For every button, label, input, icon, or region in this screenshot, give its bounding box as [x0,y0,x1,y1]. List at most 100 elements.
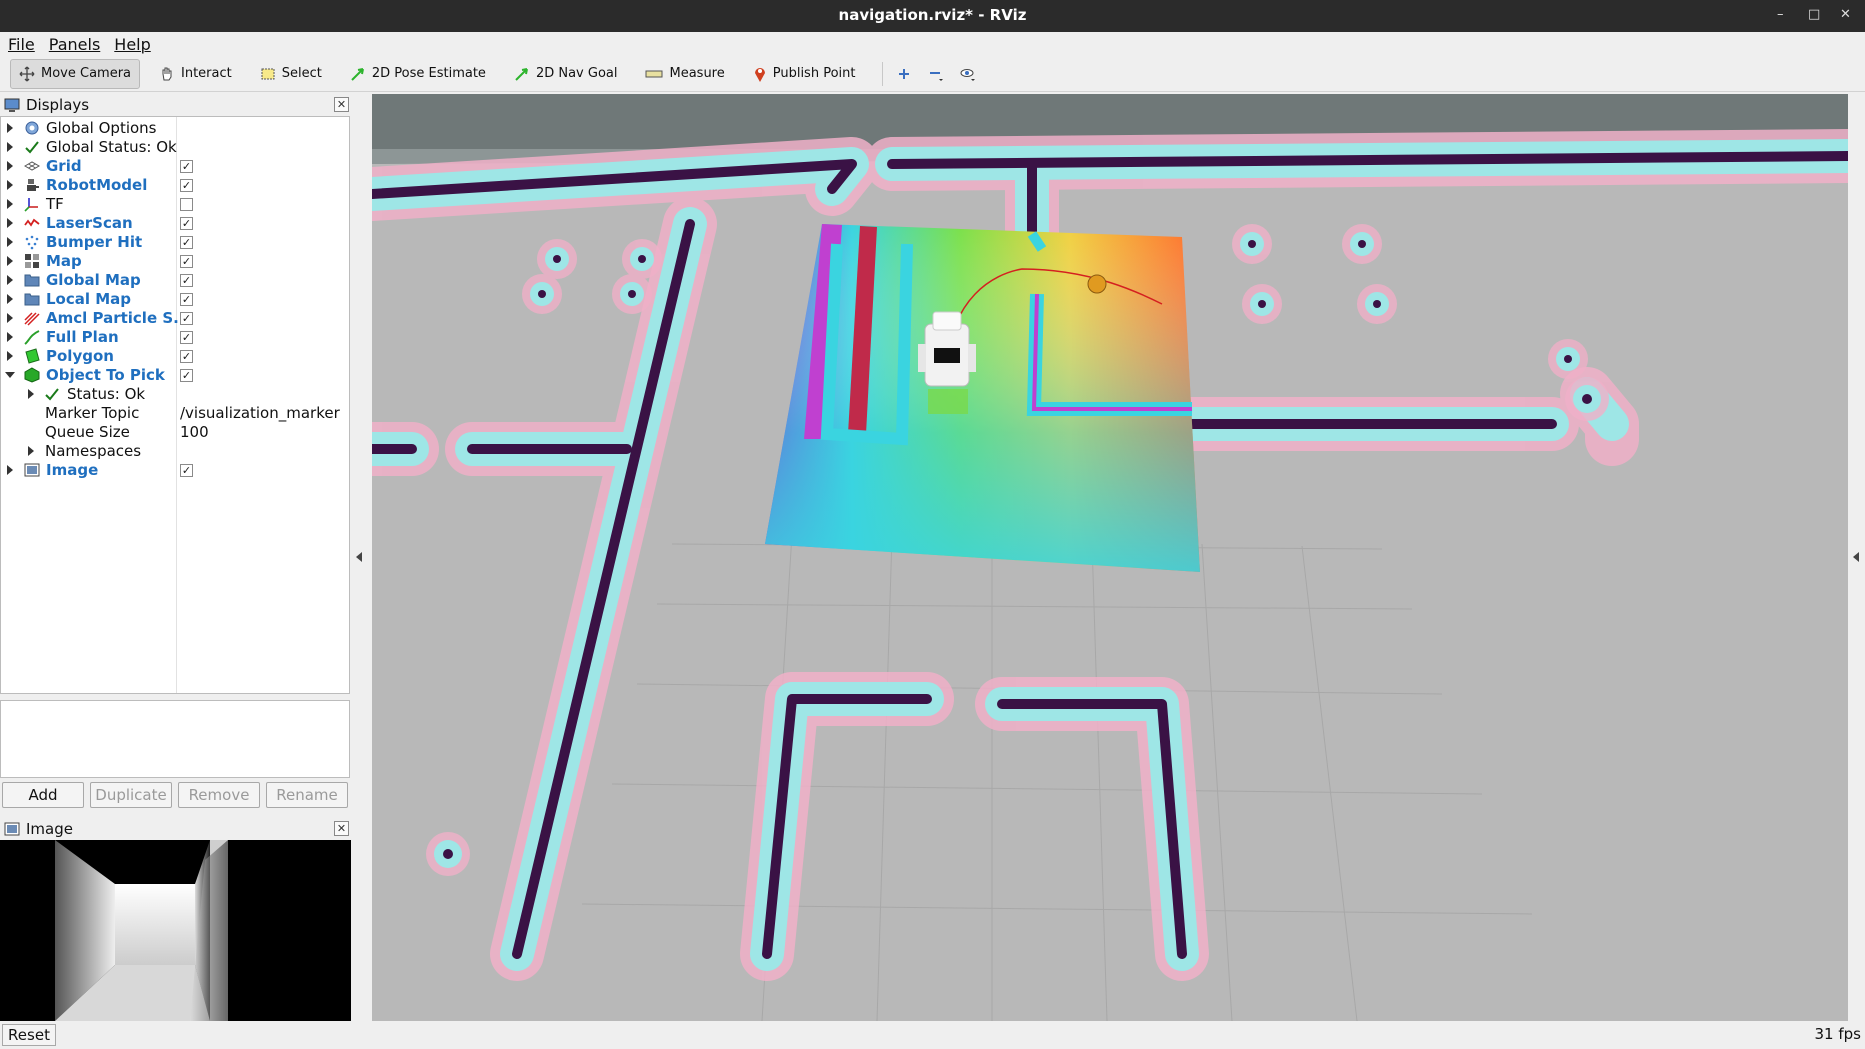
collapse-right-arrow-icon[interactable] [1853,552,1859,562]
ruler-icon [645,70,663,77]
collapse-arrow-icon[interactable] [5,372,15,378]
interact-label: Interact [181,66,232,81]
hand-icon [162,67,172,80]
expand-arrow-icon[interactable] [7,313,13,323]
display-checkbox[interactable]: ✓ [180,464,193,477]
display-checkbox[interactable]: ✓ [180,179,193,192]
display-row-full-plan[interactable]: Full Plan ✓ [1,328,349,347]
expand-arrow-icon[interactable] [28,389,34,399]
expand-arrow-icon[interactable] [7,351,13,361]
display-label: TF [46,195,64,213]
move-camera-icon [19,66,35,81]
display-checkbox[interactable]: ✓ [180,293,193,306]
measure-tool[interactable]: Measure [636,59,733,89]
local-costmap [765,224,1200,572]
expand-arrow-icon[interactable] [7,294,13,304]
display-row-map[interactable]: Map ✓ [1,252,349,271]
display-row-bumper-hit[interactable]: Bumper Hit ✓ [1,233,349,252]
depth-image [0,840,351,1021]
polygon-icon [25,348,40,364]
menu-panels[interactable]: Panels [49,35,101,54]
menu-bar: File Panels Help [0,32,1865,56]
expand-arrow-icon[interactable] [7,218,13,228]
expand-arrow-icon[interactable] [7,180,13,190]
move-camera-tool[interactable]: Move Camera [10,58,141,89]
display-row-tf[interactable]: TF [1,195,349,214]
duplicate-button[interactable]: Duplicate [90,782,172,808]
display-row-image[interactable]: Image ✓ [1,461,349,480]
expand-arrow-icon[interactable] [7,142,13,152]
interact-tool[interactable]: Interact [150,59,241,89]
display-row-local-map[interactable]: Local Map ✓ [1,290,349,309]
expand-arrow-icon[interactable] [7,256,13,266]
expand-arrow-icon[interactable] [7,237,13,247]
display-checkbox[interactable]: ✓ [180,255,193,268]
display-label: Global Options [46,119,157,137]
expand-arrow-icon[interactable] [7,465,13,475]
3d-viewport[interactable] [372,94,1848,1021]
check-icon [25,141,39,154]
display-label: Amcl Particle S... [46,309,191,327]
display-row-global-status[interactable]: Global Status: Ok [1,138,349,157]
display-row-global-options[interactable]: Global Options [1,119,349,138]
displays-panel: Displays ✕ Global Options Global Status:… [0,94,351,694]
display-row-robotmodel[interactable]: RobotModel ✓ [1,176,349,195]
pose-arrow-icon [351,67,364,81]
expand-arrow-icon[interactable] [7,161,13,171]
display-checkbox[interactable]: ✓ [180,236,193,249]
image-panel-close-button[interactable]: ✕ [334,821,349,836]
expand-arrow-icon[interactable] [28,446,34,456]
display-row-object-to-pick[interactable]: Object To Pick ✓ [1,366,349,385]
property-value[interactable]: 100 [180,423,209,442]
pose-estimate-tool[interactable]: 2D Pose Estimate [341,59,495,89]
display-checkbox[interactable]: ✓ [180,369,193,382]
display-row-marker-topic[interactable]: Marker Topic /visualization_marker [1,404,349,423]
view-tool-button[interactable] [955,61,981,87]
display-checkbox[interactable]: ✓ [180,217,193,230]
property-value[interactable]: /visualization_marker [180,404,340,423]
display-checkbox[interactable]: ✓ [180,312,193,325]
display-label: Map [46,252,82,270]
displays-close-button[interactable]: ✕ [334,97,349,112]
display-label: Status: Ok [67,385,146,403]
display-checkbox[interactable]: ✓ [180,350,193,363]
display-row-queue-size[interactable]: Queue Size 100 [1,423,349,442]
display-checkbox[interactable] [180,198,193,211]
minimize-icon[interactable]: – [1777,0,1784,30]
image-panel-header: Image ✕ [0,818,351,840]
display-row-status[interactable]: Status: Ok [1,385,349,404]
display-label: Bumper Hit [46,233,143,251]
display-row-polygon[interactable]: Polygon ✓ [1,347,349,366]
expand-arrow-icon[interactable] [7,332,13,342]
expand-arrow-icon[interactable] [7,199,13,209]
close-icon[interactable]: ✕ [1840,0,1851,30]
menu-file[interactable]: File [8,35,35,54]
select-tool[interactable]: Select [251,59,331,89]
display-row-namespaces[interactable]: Namespaces [1,442,349,461]
remove-button[interactable]: Remove [178,782,260,808]
remove-tool-button[interactable] [923,61,949,87]
reset-button[interactable]: Reset [2,1024,56,1046]
path-icon [24,330,40,345]
robot-icon [27,179,39,191]
add-tool-button[interactable] [891,61,917,87]
display-row-global-map[interactable]: Global Map ✓ [1,271,349,290]
displays-header: Displays ✕ [0,94,351,116]
nav-goal-tool[interactable]: 2D Nav Goal [505,59,627,89]
expand-arrow-icon[interactable] [7,123,13,133]
expand-arrow-icon[interactable] [7,275,13,285]
gear-icon [25,121,39,135]
display-label: Grid [46,157,82,175]
display-checkbox[interactable]: ✓ [180,274,193,287]
maximize-icon[interactable]: □ [1808,0,1820,30]
display-checkbox[interactable]: ✓ [180,331,193,344]
display-checkbox[interactable]: ✓ [180,160,193,173]
display-row-amcl-particles[interactable]: Amcl Particle S... ✓ [1,309,349,328]
add-button[interactable]: Add [2,782,84,808]
rename-button[interactable]: Rename [266,782,348,808]
menu-help[interactable]: Help [114,35,150,54]
collapse-left-arrow-icon[interactable] [356,552,362,562]
display-row-laserscan[interactable]: LaserScan ✓ [1,214,349,233]
display-row-grid[interactable]: Grid ✓ [1,157,349,176]
publish-point-tool[interactable]: Publish Point [744,59,865,89]
